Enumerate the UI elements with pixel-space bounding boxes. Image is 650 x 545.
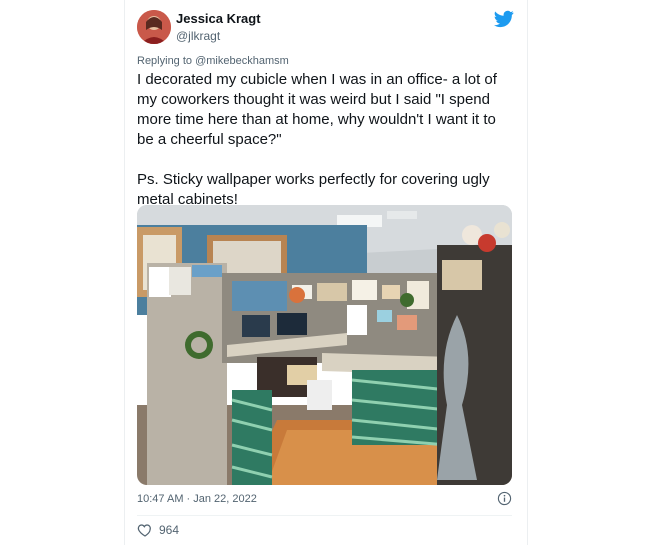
avatar[interactable] — [137, 10, 171, 44]
divider — [137, 515, 512, 516]
twitter-bird-icon — [494, 10, 514, 28]
like-count[interactable]: 964 — [159, 523, 179, 537]
author-name[interactable]: Jessica Kragt — [176, 11, 261, 26]
replying-mention[interactable]: @mikebeckhamsm — [195, 55, 289, 67]
author-handle[interactable]: @jlkragt — [176, 29, 220, 43]
replying-prefix: Replying to — [137, 55, 196, 67]
replying-to: Replying to @mikebeckhamsm — [137, 55, 289, 67]
cubicle-photo — [137, 205, 512, 485]
info-icon[interactable] — [497, 491, 512, 506]
heart-icon[interactable] — [137, 522, 153, 538]
tweet-text: I decorated my cubicle when I was in an … — [137, 71, 497, 208]
avatar-image — [137, 10, 171, 44]
tweet-photo[interactable] — [137, 205, 512, 485]
tweet-timestamp[interactable]: 10:47 AM · Jan 22, 2022 — [137, 493, 257, 505]
